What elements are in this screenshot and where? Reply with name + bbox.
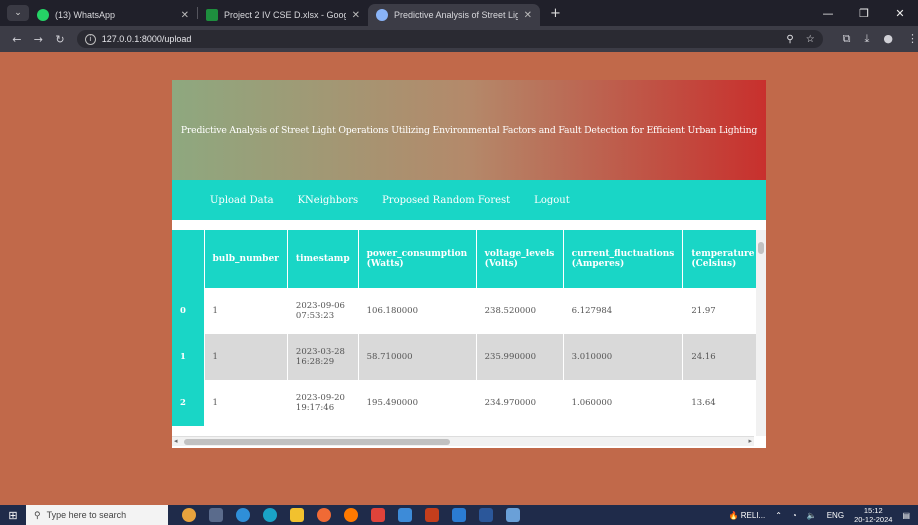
cell-bulb-number: 1 <box>204 380 288 426</box>
clock[interactable]: 15:12 20-12-2024 <box>854 506 892 524</box>
menu-icon[interactable]: ⋮ <box>907 32 918 46</box>
scroll-right-icon[interactable]: ▸ <box>748 437 752 445</box>
search-icon: ⚲ <box>34 509 41 520</box>
nav-random-forest[interactable]: Proposed Random Forest <box>382 195 510 206</box>
cortana-icon[interactable] <box>182 508 196 522</box>
tab-search-icon[interactable]: ⌄ <box>7 5 29 21</box>
site-info-icon[interactable]: i <box>84 33 96 45</box>
close-tab-icon[interactable]: ✕ <box>524 10 532 21</box>
col-header-current: current_fluctuations (Amperes) <box>563 230 684 288</box>
col-header-power: power_consumption (Watts) <box>358 230 477 288</box>
close-window-icon[interactable]: ✕ <box>882 7 918 20</box>
close-tab-icon[interactable]: ✕ <box>181 10 189 21</box>
restore-icon[interactable]: ❐ <box>846 7 882 20</box>
os-taskbar: ⊞ ⚲ Type here to search 🔥 RELI... ⌃ ◔ 🔈 … <box>0 505 918 525</box>
chrome-icon[interactable] <box>317 508 331 522</box>
cell-current: 1.060000 <box>563 380 684 426</box>
extensions-icon[interactable]: ⧉ <box>843 32 851 46</box>
row-index: 2 <box>172 380 205 426</box>
brave-icon[interactable] <box>371 508 385 522</box>
network-icon[interactable]: ◔ <box>792 511 797 520</box>
back-icon[interactable]: ← <box>6 33 28 46</box>
col-header-voltage: voltage_levels (Volts) <box>476 230 564 288</box>
taskbar-search[interactable]: ⚲ Type here to search <box>26 505 168 525</box>
tab-google-sheets[interactable]: Project 2 IV CSE D.xlsx - Google ✕ <box>198 4 368 26</box>
minimize-icon[interactable]: — <box>810 7 846 20</box>
page-title: Predictive Analysis of Street Light Oper… <box>180 124 758 136</box>
address-bar[interactable]: i 127.0.0.1:8000/upload ⚲ ☆ <box>76 30 823 48</box>
cell-timestamp: 2023-09-06 07:53:23 <box>287 288 359 334</box>
table-row: 1 1 2023-03-28 16:28:29 58.710000 235.99… <box>172 334 764 380</box>
tab-predictive-analysis[interactable]: Predictive Analysis of Street Lig ✕ <box>368 4 540 26</box>
nav-logout[interactable]: Logout <box>534 195 570 206</box>
col-header-timestamp: timestamp <box>287 230 359 288</box>
browser-icon[interactable] <box>263 508 277 522</box>
nav-upload-data[interactable]: Upload Data <box>210 195 274 206</box>
windows-start-icon[interactable]: ⊞ <box>0 509 26 522</box>
tab-whatsapp[interactable]: (13) WhatsApp ✕ <box>29 4 197 26</box>
reload-icon[interactable]: ↻ <box>49 33 71 46</box>
nav-kneighbors[interactable]: KNeighbors <box>298 195 359 206</box>
cell-power: 58.710000 <box>358 334 477 380</box>
bookmark-star-icon[interactable]: ☆ <box>806 34 815 45</box>
cell-timestamp: 2023-09-20 19:17:46 <box>287 380 359 426</box>
cell-voltage: 234.970000 <box>476 380 564 426</box>
app-icon[interactable] <box>398 508 412 522</box>
edge-icon[interactable] <box>236 508 250 522</box>
sheets-icon <box>206 9 218 21</box>
cell-bulb-number: 1 <box>204 288 288 334</box>
zoom-icon[interactable]: ⚲ <box>786 34 793 45</box>
main-nav: Upload Data KNeighbors Proposed Random F… <box>172 180 766 220</box>
file-explorer-icon[interactable] <box>290 508 304 522</box>
cell-temperature: 21.97 <box>682 288 764 334</box>
table-row: 2 1 2023-09-20 19:17:46 195.490000 234.9… <box>172 380 764 426</box>
language-indicator[interactable]: ENG <box>827 511 844 520</box>
profile-icon[interactable]: ● <box>883 32 893 46</box>
word-icon[interactable] <box>479 508 493 522</box>
browser-tabstrip: ⌄ (13) WhatsApp ✕ Project 2 IV CSE D.xls… <box>0 0 918 26</box>
cell-current: 6.127984 <box>563 288 684 334</box>
header-banner: Predictive Analysis of Street Light Oper… <box>172 80 766 180</box>
data-table-container[interactable]: bulb_number timestamp power_consumption … <box>172 230 766 448</box>
weather-widget[interactable]: 🔥 RELI... <box>729 511 766 520</box>
cell-power: 195.490000 <box>358 380 477 426</box>
scroll-left-icon[interactable]: ◂ <box>174 437 178 445</box>
page-card: Predictive Analysis of Street Light Oper… <box>172 80 766 448</box>
cell-power: 106.180000 <box>358 288 477 334</box>
cell-voltage: 238.520000 <box>476 288 564 334</box>
row-index: 0 <box>172 288 205 334</box>
index-header <box>172 230 205 288</box>
notification-icon[interactable]: ▤ <box>902 511 910 520</box>
tray-chevron-icon[interactable]: ⌃ <box>775 511 782 520</box>
close-tab-icon[interactable]: ✕ <box>352 10 360 21</box>
row-index: 1 <box>172 334 205 380</box>
globe-icon <box>376 9 388 21</box>
download-icon[interactable]: ⤓ <box>865 32 870 46</box>
table-row: 0 1 2023-09-06 07:53:23 106.180000 238.5… <box>172 288 764 334</box>
search-app-icon[interactable] <box>344 508 358 522</box>
cell-timestamp: 2023-03-28 16:28:29 <box>287 334 359 380</box>
new-tab-icon[interactable]: + <box>550 6 561 21</box>
cell-voltage: 235.990000 <box>476 334 564 380</box>
volume-icon[interactable]: 🔈 <box>807 511 817 520</box>
cell-temperature: 24.16 <box>682 334 764 380</box>
data-table: bulb_number timestamp power_consumption … <box>172 230 764 426</box>
vertical-scrollbar[interactable] <box>756 230 766 436</box>
vscode-icon[interactable] <box>452 508 466 522</box>
col-header-bulb-number: bulb_number <box>204 230 288 288</box>
col-header-temperature: temperature (Celsius) <box>682 230 764 288</box>
forward-icon[interactable]: → <box>28 33 50 46</box>
whatsapp-icon <box>37 9 49 21</box>
app-icon[interactable] <box>506 508 520 522</box>
horizontal-scrollbar[interactable]: ◂ ▸ <box>172 436 754 446</box>
task-view-icon[interactable] <box>209 508 223 522</box>
cell-current: 3.010000 <box>563 334 684 380</box>
url-text: 127.0.0.1:8000/upload <box>101 34 192 44</box>
cell-bulb-number: 1 <box>204 334 288 380</box>
powerpoint-icon[interactable] <box>425 508 439 522</box>
cell-temperature: 13.64 <box>682 380 764 426</box>
browser-toolbar: ← → ↻ i 127.0.0.1:8000/upload ⚲ ☆ ⧉ ⤓ ● … <box>0 26 918 52</box>
